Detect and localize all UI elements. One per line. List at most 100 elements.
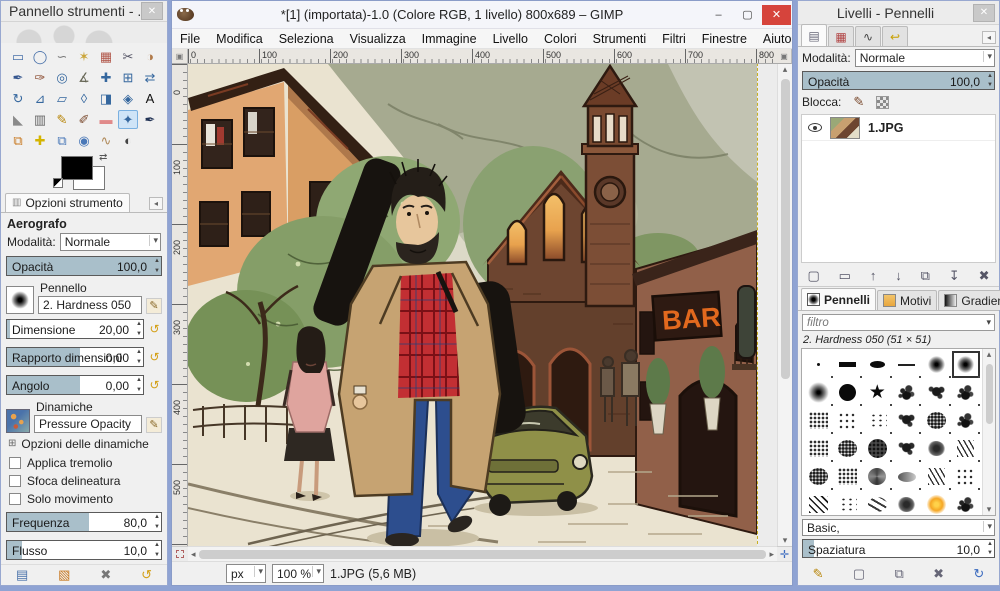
brush-thumbnail[interactable] <box>834 491 863 515</box>
menu-item[interactable]: Immagine <box>414 29 485 48</box>
close-button[interactable]: ✕ <box>762 5 791 25</box>
aspect-ratio-slider[interactable]: Rapporto dimensioni0,00 ▲▼ <box>6 347 144 367</box>
blur-sharpen-tool[interactable]: ◉ <box>74 131 94 150</box>
brush-thumbnail[interactable] <box>863 491 892 515</box>
edit-brush-icon[interactable]: ✎ <box>146 298 162 314</box>
brush-thumbnail[interactable] <box>804 379 833 406</box>
brush-thumbnail[interactable] <box>863 435 892 462</box>
pencil-tool[interactable]: ✎ <box>52 110 72 129</box>
default-colors-icon[interactable] <box>53 178 63 188</box>
brush-thumbnail[interactable] <box>893 379 922 406</box>
brush-thumbnail[interactable] <box>804 351 833 378</box>
brush-category-select[interactable]: Basic,▾ <box>802 519 995 536</box>
brush-thumbnail[interactable] <box>893 463 922 490</box>
menu-item[interactable]: Visualizza <box>342 29 414 48</box>
quickmask-toggle[interactable] <box>172 546 188 561</box>
brush-thumbnail[interactable] <box>893 435 922 462</box>
delete-layer-button[interactable]: ✖ <box>979 268 990 284</box>
brush-thumbnail[interactable] <box>834 435 863 462</box>
menu-item[interactable]: Livello <box>485 29 536 48</box>
dynamics-icon[interactable] <box>6 409 30 433</box>
minimize-button[interactable]: – <box>704 5 733 25</box>
brush-thumbnail[interactable] <box>922 351 951 378</box>
horizontal-ruler[interactable]: 0100200300400500600700800 <box>188 49 777 64</box>
tab-undo-history[interactable]: ↩ <box>882 26 908 46</box>
new-group-button[interactable]: ▭ <box>839 268 851 284</box>
layer-opacity-slider[interactable]: Opacità100,0 ▲▼ <box>802 71 995 90</box>
brush-preview[interactable] <box>6 286 34 314</box>
menu-item[interactable]: Finestre <box>694 29 755 48</box>
tab-tool-options[interactable]: ▥ Opzioni strumento <box>5 193 130 212</box>
brush-thumbnail[interactable] <box>863 463 892 490</box>
size-slider[interactable]: Dimensione20,00 ▲▼ <box>6 319 144 339</box>
brush-name-field[interactable]: 2. Hardness 050 <box>38 296 142 314</box>
handle-transform-tool[interactable]: ◨ <box>96 89 116 108</box>
brush-thumbnail[interactable] <box>893 407 922 434</box>
brush-thumbnail[interactable] <box>863 379 892 406</box>
perspective-clone-tool[interactable]: ⧉ <box>52 131 72 150</box>
layer-mode-select[interactable]: Normale▾ <box>855 49 995 67</box>
window-titlebar[interactable]: *[1] (importata)-1.0 (Colore RGB, 1 live… <box>172 1 792 29</box>
foreground-select-tool[interactable]: ◑ <box>140 47 160 66</box>
reset-size-icon[interactable]: ↺ <box>147 321 162 336</box>
scale-tool[interactable]: ⊿ <box>30 89 50 108</box>
move-tool[interactable]: ✚ <box>96 68 116 87</box>
paint-mode-select[interactable]: Normale▾ <box>60 233 161 251</box>
navigation-button[interactable]: ✛ <box>777 546 792 561</box>
scissors-select-tool[interactable]: ✂ <box>118 47 138 66</box>
dock-close-icon[interactable]: ✕ <box>973 4 995 22</box>
dock-titlebar[interactable]: Livelli - Pennelli ✕ <box>798 1 999 25</box>
dynamics-options-expander[interactable]: ⊞ Opzioni delle dinamiche <box>1 434 167 454</box>
tab-menu-icon[interactable]: ◂ <box>149 197 163 210</box>
scroll-up-icon[interactable]: ▴ <box>783 64 788 75</box>
angle-slider[interactable]: Angolo0,00 ▲▼ <box>6 375 144 395</box>
menu-item[interactable]: Seleziona <box>271 29 342 48</box>
brush-thumbnail[interactable] <box>922 435 951 462</box>
toolbox-titlebar[interactable]: Pannello strumenti - ... ✕ <box>1 1 167 22</box>
foreground-color-swatch[interactable] <box>61 156 93 180</box>
anchor-layer-button[interactable]: ↧ <box>949 268 960 284</box>
rotate-tool[interactable]: ↻ <box>8 89 28 108</box>
brush-thumbnail[interactable] <box>952 407 981 434</box>
brush-thumbnail[interactable] <box>893 351 922 378</box>
spacing-slider[interactable]: Spaziatura10,0 ▲▼ <box>802 539 995 558</box>
zoom-follow-toggle[interactable]: ▣ <box>777 49 792 64</box>
edit-dynamics-icon[interactable]: ✎ <box>146 417 162 433</box>
scroll-right-icon[interactable]: ▸ <box>769 549 774 560</box>
reset-options-button[interactable]: ↺ <box>141 567 152 583</box>
maximize-button[interactable]: ▢ <box>733 5 762 25</box>
scroll-down-icon[interactable]: ▾ <box>987 504 992 515</box>
brush-filter-input[interactable]: filtro ▾ <box>802 314 995 331</box>
measure-tool[interactable]: ∡ <box>74 68 94 87</box>
duplicate-layer-button[interactable]: ⧉ <box>921 268 930 284</box>
opacity-slider[interactable]: Opacità100,0 ▲▼ <box>6 256 162 276</box>
rectangle-select-tool[interactable]: ▭ <box>8 47 28 66</box>
brush-thumbnail[interactable] <box>893 491 922 515</box>
brush-thumbnail[interactable] <box>834 463 863 490</box>
checkbox-apply-jitter[interactable]: Applica tremolio <box>1 454 167 472</box>
brush-thumbnail[interactable] <box>922 463 951 490</box>
menu-item[interactable]: Aiuto <box>755 29 800 48</box>
checkbox-smooth-stroke[interactable]: Sfoca delineatura <box>1 472 167 490</box>
visibility-eye-icon[interactable] <box>808 123 822 132</box>
gradient-tool[interactable]: ▥ <box>30 110 50 129</box>
refresh-brushes-button[interactable]: ↻ <box>973 566 984 582</box>
lock-paint-icon[interactable]: ✎ <box>853 94 864 110</box>
cage-transform-tool[interactable]: ◈ <box>118 89 138 108</box>
ellipse-select-tool[interactable]: ◯ <box>30 47 50 66</box>
tab-gradients[interactable]: Gradienti <box>938 290 1000 310</box>
bucket-fill-tool[interactable]: ◣ <box>8 110 28 129</box>
paths-tool[interactable]: ✒ <box>8 68 28 87</box>
align-tool[interactable]: ⊞ <box>118 68 138 87</box>
brush-thumbnail[interactable] <box>863 407 892 434</box>
brush-thumbnail[interactable] <box>952 491 981 515</box>
restore-options-button[interactable]: ▧ <box>58 567 70 583</box>
scroll-left-icon[interactable]: ◂ <box>191 549 196 560</box>
brush-thumbnail[interactable] <box>952 435 981 462</box>
vertical-ruler[interactable]: 0100200300400500600 <box>172 64 188 546</box>
paintbrush-tool[interactable]: ✐ <box>74 110 94 129</box>
brush-thumbnail[interactable] <box>952 351 981 378</box>
brush-scrollbar[interactable]: ▴ ▾ <box>982 349 995 515</box>
unit-select[interactable]: px▾ <box>226 564 266 583</box>
zoom-select[interactable]: 100 %▾ <box>272 564 324 583</box>
